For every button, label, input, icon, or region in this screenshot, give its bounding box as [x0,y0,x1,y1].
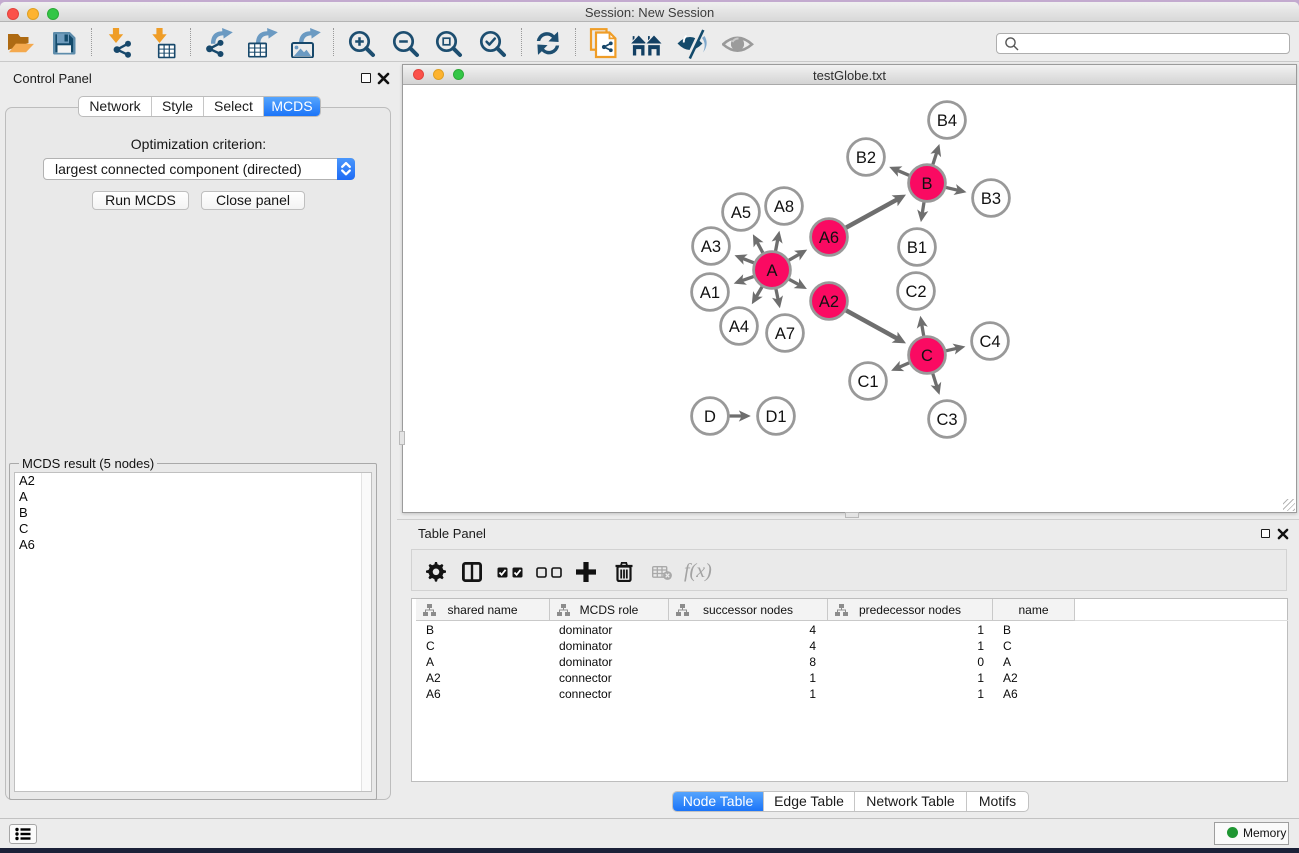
svg-text:C3: C3 [936,411,957,429]
svg-text:A1: A1 [700,284,720,302]
svg-text:B4: B4 [937,112,957,130]
svg-text:A8: A8 [774,198,794,216]
svg-text:C1: C1 [857,373,878,391]
svg-text:A5: A5 [731,204,751,222]
svg-text:A4: A4 [729,318,749,336]
svg-text:C: C [921,347,933,365]
svg-text:B3: B3 [981,190,1001,208]
svg-text:A2: A2 [819,293,839,311]
svg-text:A3: A3 [701,238,721,256]
svg-text:C4: C4 [979,333,1000,351]
svg-text:B1: B1 [907,239,927,257]
svg-text:B: B [921,175,932,193]
svg-text:D1: D1 [765,408,786,426]
svg-text:A6: A6 [819,229,839,247]
svg-text:A: A [766,262,777,280]
svg-text:B2: B2 [856,149,876,167]
svg-text:A7: A7 [775,325,795,343]
svg-text:f(x): f(x) [684,561,712,582]
svg-text:C2: C2 [905,283,926,301]
svg-text:D: D [704,408,716,426]
